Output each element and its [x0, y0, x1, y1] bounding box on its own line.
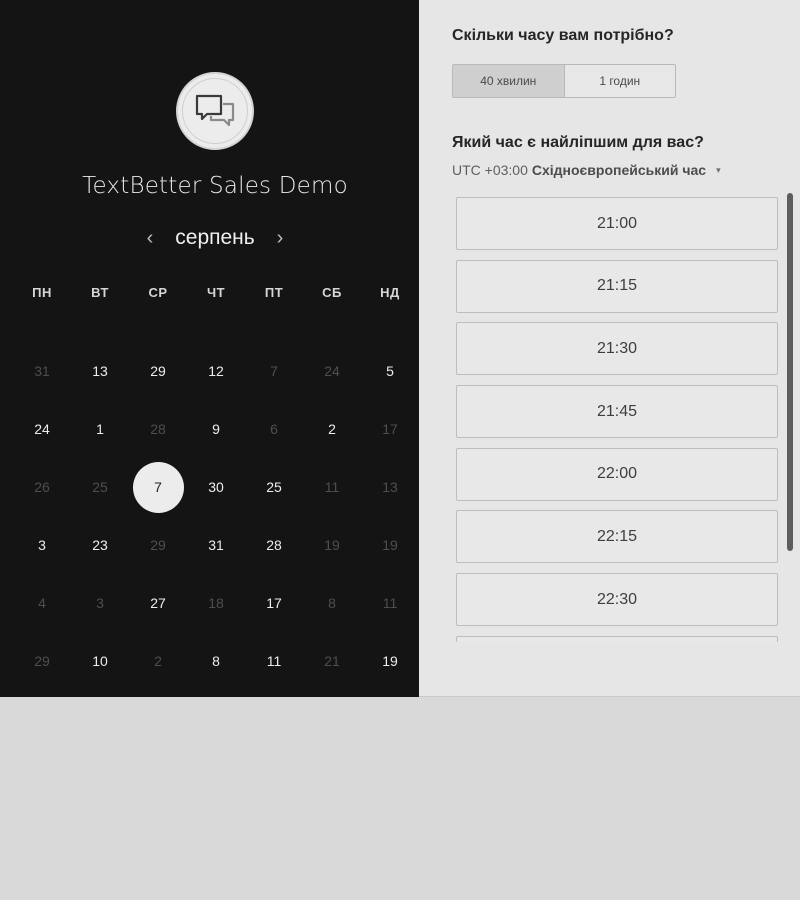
calendar-day: 17 — [382, 421, 398, 437]
calendar-day[interactable]: 28 — [245, 516, 303, 574]
timezone-selector[interactable]: UTC +03:00 Східноєвропейський час ▾ — [452, 162, 721, 178]
calendar-day: 11 — [324, 479, 340, 495]
weekday-label: ПТ — [264, 285, 284, 300]
calendar-panel: TextBetter Sales Demo ‹ серпень › ПН ВТ СР… — [0, 0, 419, 697]
calendar-week: 3 23 29 31 28 19 19 — [13, 516, 419, 574]
calendar-day: 4 — [38, 595, 46, 611]
calendar-day: 29 — [150, 537, 166, 553]
brand-name: TextBetter Sales Demo — [82, 173, 348, 199]
calendar-day[interactable]: 29 — [129, 342, 187, 400]
time-slot-button[interactable]: 22:30 — [456, 573, 778, 627]
time-slot-button[interactable]: 21:30 — [456, 322, 778, 376]
booking-widget: TextBetter Sales Demo ‹ серпень › ПН ВТ СР… — [0, 0, 800, 697]
chevron-right-icon[interactable]: › — [270, 227, 290, 250]
calendar-day: 18 — [208, 595, 224, 611]
calendar-day: 7 — [270, 363, 278, 379]
calendar-day: 11 — [382, 595, 398, 611]
calendar-week: 26 25 7 30 25 11 13 — [13, 458, 419, 516]
month-navigation: ‹ серпень › — [140, 222, 290, 254]
calendar-day: 8 — [328, 595, 336, 611]
calendar-day: 31 — [34, 363, 50, 379]
time-slot-button[interactable]: 21:00 — [456, 197, 778, 250]
calendar-day: 29 — [34, 653, 50, 669]
time-slot-button[interactable]: 22:45 — [456, 635, 778, 642]
calendar-week: 31 13 29 12 7 24 5 — [13, 342, 419, 400]
calendar-day: 24 — [324, 363, 340, 379]
scrollbar[interactable] — [787, 193, 793, 551]
weekday-label: ЧТ — [206, 285, 226, 300]
calendar-day[interactable]: 13 — [71, 342, 129, 400]
weekday-label: ПН — [32, 285, 52, 300]
calendar-day[interactable]: 8 — [187, 632, 245, 690]
duration-toggle: 40 хвилин 1 годин — [452, 64, 676, 98]
time-question: Який час є найліпшим для вас? — [452, 134, 704, 151]
time-slot-button[interactable]: 22:15 — [456, 510, 778, 564]
weekday-label: НД — [380, 285, 400, 300]
duration-option[interactable]: 40 хвилин — [453, 65, 565, 97]
calendar-grid: 31 13 29 12 7 24 5 24 1 28 9 6 2 17 26 25 7 30 25 11 13 3 23 29… — [13, 342, 419, 690]
time-slot-button[interactable]: 21:15 — [456, 259, 778, 313]
weekday-label: ВТ — [91, 285, 109, 300]
calendar-day[interactable]: 2 — [303, 400, 361, 458]
calendar-day[interactable]: 17 — [245, 574, 303, 632]
calendar-week: 4 3 27 18 17 8 11 — [13, 574, 419, 632]
calendar-day: 19 — [324, 537, 340, 553]
calendar-week: 24 1 28 9 6 2 17 — [13, 400, 419, 458]
calendar-day[interactable]: 19 — [361, 632, 419, 690]
brand-logo — [176, 72, 254, 150]
calendar-day[interactable]: 27 — [129, 574, 187, 632]
calendar-day: 6 — [270, 421, 278, 437]
calendar-day[interactable]: 3 — [13, 516, 71, 574]
weekday-label: СР — [148, 285, 168, 300]
calendar-day: 25 — [92, 479, 108, 495]
chevron-left-icon[interactable]: ‹ — [140, 227, 160, 250]
time-slot-button[interactable]: 22:00 — [456, 447, 778, 501]
calendar-day[interactable]: 23 — [71, 516, 129, 574]
time-slot-button[interactable]: 21:45 — [456, 385, 778, 439]
calendar-day: 26 — [34, 479, 50, 495]
calendar-day[interactable]: 24 — [13, 400, 71, 458]
calendar-day: 28 — [150, 421, 166, 437]
time-slot-list: 21:00 21:15 21:30 21:45 22:00 22:15 22:30 22:45 — [456, 197, 778, 642]
caret-down-icon: ▾ — [716, 164, 721, 175]
calendar-day-selected[interactable]: 7 — [129, 458, 187, 516]
timezone-offset: UTC +03:00 — [452, 162, 528, 178]
calendar-day: 3 — [96, 595, 104, 611]
calendar-day[interactable]: 11 — [245, 632, 303, 690]
calendar-day[interactable]: 9 — [187, 400, 245, 458]
calendar-day[interactable]: 5 — [361, 342, 419, 400]
calendar-day[interactable]: 30 — [187, 458, 245, 516]
calendar-day: 2 — [154, 653, 162, 669]
calendar-week: 29 10 2 8 11 21 19 — [13, 632, 419, 690]
month-label: серпень — [175, 226, 255, 249]
weekday-label: СБ — [322, 285, 342, 300]
calendar-day: 13 — [382, 479, 398, 495]
calendar-day: 21 — [324, 653, 340, 669]
calendar-day[interactable]: 1 — [71, 400, 129, 458]
duration-option[interactable]: 1 годин — [564, 65, 675, 97]
timezone-name: Східноєвропейський час — [531, 162, 707, 178]
weekday-header: ПН ВТ СР ЧТ ПТ СБ НД — [13, 285, 419, 300]
calendar-day: 19 — [382, 537, 398, 553]
calendar-day[interactable]: 31 — [187, 516, 245, 574]
calendar-day[interactable]: 10 — [71, 632, 129, 690]
calendar-day[interactable]: 25 — [245, 458, 303, 516]
time-selection-panel: Скільки часу вам потрібно? 40 хвилин 1 го… — [419, 0, 800, 697]
duration-question: Скільки часу вам потрібно? — [452, 27, 674, 44]
calendar-day[interactable]: 12 — [187, 342, 245, 400]
